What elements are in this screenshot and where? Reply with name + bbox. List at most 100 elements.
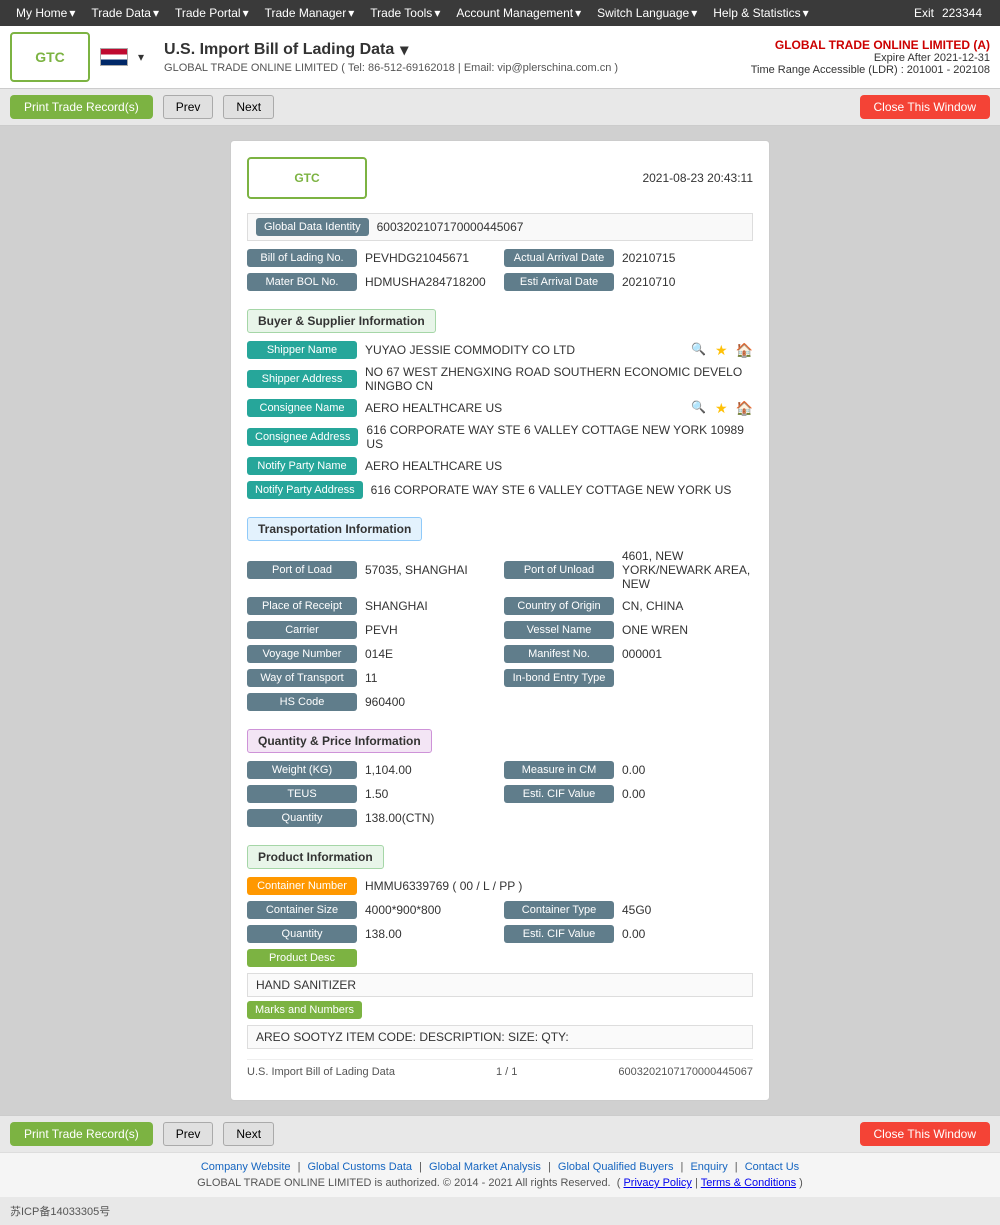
measure-value: 0.00	[622, 763, 753, 777]
notify-party-address-value: 616 CORPORATE WAY STE 6 VALLEY COTTAGE N…	[371, 483, 753, 497]
teus-value: 1.50	[365, 787, 496, 801]
buyer-supplier-header: Buyer & Supplier Information	[247, 309, 436, 333]
shipper-search-icon[interactable]: 🔍	[691, 342, 707, 358]
bottom-close-button[interactable]: Close This Window	[860, 1122, 990, 1146]
country-origin-value: CN, CHINA	[622, 599, 753, 613]
bottom-print-button[interactable]: Print Trade Record(s)	[10, 1122, 153, 1146]
measure-label: Measure in CM	[504, 761, 614, 779]
consignee-search-icon[interactable]: 🔍	[691, 400, 707, 416]
container-size-label: Container Size	[247, 901, 357, 919]
record-label: U.S. Import Bill of Lading Data	[247, 1066, 395, 1078]
shipper-name-label: Shipper Name	[247, 341, 357, 359]
header-subtitle: GLOBAL TRADE ONLINE LIMITED ( Tel: 86-51…	[164, 62, 741, 74]
nav-trade-portal[interactable]: Trade Portal▾	[167, 0, 257, 26]
manifest-value: 000001	[622, 647, 753, 661]
nav-exit[interactable]: Exit	[906, 0, 942, 26]
nav-my-home[interactable]: My Home▾	[8, 0, 83, 26]
voyage-manifest-row: Voyage Number 014E Manifest No. 000001	[247, 645, 753, 663]
container-type-label: Container Type	[504, 901, 614, 919]
product-qty-cif-row: Quantity 138.00 Esti. CIF Value 0.00	[247, 925, 753, 943]
footer-company-website[interactable]: Company Website	[201, 1161, 291, 1173]
consignee-address-value: 616 CORPORATE WAY STE 6 VALLEY COTTAGE N…	[366, 423, 753, 451]
nav-trade-manager[interactable]: Trade Manager▾	[257, 0, 363, 26]
page-header: GTC ▾ U.S. Import Bill of Lading Data ▾ …	[0, 26, 1000, 89]
receipt-origin-row: Place of Receipt SHANGHAI Country of Ori…	[247, 597, 753, 615]
footer-global-qualified[interactable]: Global Qualified Buyers	[558, 1161, 674, 1173]
port-load-value: 57035, SHANGHAI	[365, 563, 496, 577]
footer-global-market[interactable]: Global Market Analysis	[429, 1161, 541, 1173]
product-quantity-value: 138.00	[365, 927, 496, 941]
shipper-home-icon[interactable]: 🏠	[736, 342, 753, 359]
hs-code-value: 960400	[365, 695, 753, 709]
actual-arrival-value: 20210715	[622, 251, 753, 265]
consignee-name-row: Consignee Name AERO HEALTHCARE US 🔍 ★ 🏠	[247, 399, 753, 417]
bottom-next-button[interactable]: Next	[223, 1122, 274, 1146]
product-esti-cif-label: Esti. CIF Value	[504, 925, 614, 943]
product-quantity-label: Quantity	[247, 925, 357, 943]
teus-label: TEUS	[247, 785, 357, 803]
marks-numbers-value: AREO SOOTYZ ITEM CODE: DESCRIPTION: SIZE…	[247, 1025, 753, 1049]
actual-arrival-label: Actual Arrival Date	[504, 249, 614, 267]
consignee-name-label: Consignee Name	[247, 399, 357, 417]
port-unload-label: Port of Unload	[504, 561, 614, 579]
container-size-value: 4000*900*800	[365, 903, 496, 917]
quantity-label: Quantity	[247, 809, 357, 827]
expire-date: Expire After 2021-12-31	[751, 52, 990, 64]
nav-help-statistics[interactable]: Help & Statistics▾	[705, 0, 816, 26]
shipper-address-value: NO 67 WEST ZHENGXING ROAD SOUTHERN ECONO…	[365, 365, 753, 393]
bottom-prev-button[interactable]: Prev	[163, 1122, 214, 1146]
master-bol-row: Mater BOL No. HDMUSHA284718200 Esti Arri…	[247, 273, 753, 291]
page-footer: Company Website | Global Customs Data | …	[0, 1152, 1000, 1197]
footer-privacy-policy[interactable]: Privacy Policy	[623, 1177, 691, 1189]
top-toolbar: Print Trade Record(s) Prev Next Close Th…	[0, 89, 1000, 126]
transportation-header: Transportation Information	[247, 517, 422, 541]
product-desc-label-row: Product Desc	[247, 949, 753, 967]
nav-trade-tools[interactable]: Trade Tools▾	[362, 0, 448, 26]
next-button[interactable]: Next	[223, 95, 274, 119]
weight-value: 1,104.00	[365, 763, 496, 777]
port-row: Port of Load 57035, SHANGHAI Port of Unl…	[247, 549, 753, 591]
consignee-star-icon[interactable]: ★	[715, 400, 728, 417]
nav-switch-language[interactable]: Switch Language▾	[589, 0, 705, 26]
carrier-label: Carrier	[247, 621, 357, 639]
main-panel: GTC 2021-08-23 20:43:11 Global Data Iden…	[230, 140, 770, 1101]
container-type-value: 45G0	[622, 903, 753, 917]
teus-cif-row: TEUS 1.50 Esti. CIF Value 0.00	[247, 785, 753, 803]
footer-copyright: GLOBAL TRADE ONLINE LIMITED is authorize…	[10, 1177, 990, 1189]
close-window-button[interactable]: Close This Window	[860, 95, 990, 119]
notify-party-name-value: AERO HEALTHCARE US	[365, 459, 753, 473]
shipper-star-icon[interactable]: ★	[715, 342, 728, 359]
buyer-supplier-section: Buyer & Supplier Information Shipper Nam…	[247, 297, 753, 499]
inbond-label: In-bond Entry Type	[504, 669, 614, 687]
quantity-price-section: Quantity & Price Information Weight (KG)…	[247, 717, 753, 827]
voyage-num-value: 014E	[365, 647, 496, 661]
footer-links: Company Website | Global Customs Data | …	[10, 1161, 990, 1173]
consignee-home-icon[interactable]: 🏠	[736, 400, 753, 417]
footer-global-customs[interactable]: Global Customs Data	[308, 1161, 413, 1173]
master-bol-value: HDMUSHA284718200	[365, 275, 496, 289]
print-button[interactable]: Print Trade Record(s)	[10, 95, 153, 119]
company-name: GLOBAL TRADE ONLINE LIMITED (A)	[751, 38, 990, 52]
esti-cif-label: Esti. CIF Value	[504, 785, 614, 803]
footer-enquiry[interactable]: Enquiry	[690, 1161, 727, 1173]
container-num-row: Container Number HMMU6339769 ( 00 / L / …	[247, 877, 753, 895]
bol-no-value: PEVHDG21045671	[365, 251, 496, 265]
nav-trade-data[interactable]: Trade Data▾	[83, 0, 167, 26]
nav-account-management[interactable]: Account Management▾	[448, 0, 589, 26]
page-title: U.S. Import Bill of Lading Data ▾	[164, 40, 741, 60]
prev-button[interactable]: Prev	[163, 95, 214, 119]
way-inbond-row: Way of Transport 11 In-bond Entry Type	[247, 669, 753, 687]
footer-terms[interactable]: Terms & Conditions	[701, 1177, 796, 1189]
top-navigation: My Home▾ Trade Data▾ Trade Portal▾ Trade…	[0, 0, 1000, 26]
carrier-vessel-row: Carrier PEVH Vessel Name ONE WREN	[247, 621, 753, 639]
footer-contact-us[interactable]: Contact Us	[745, 1161, 799, 1173]
notify-party-address-label: Notify Party Address	[247, 481, 363, 499]
record-footer: U.S. Import Bill of Lading Data 1 / 1 60…	[247, 1059, 753, 1084]
notify-party-name-row: Notify Party Name AERO HEALTHCARE US	[247, 457, 753, 475]
port-unload-value: 4601, NEW YORK/NEWARK AREA, NEW	[622, 549, 753, 591]
shipper-name-value: YUYAO JESSIE COMMODITY CO LTD	[365, 343, 683, 357]
container-size-type-row: Container Size 4000*900*800 Container Ty…	[247, 901, 753, 919]
time-range: Time Range Accessible (LDR) : 201001 - 2…	[751, 64, 990, 76]
product-esti-cif-value: 0.00	[622, 927, 753, 941]
notify-party-name-label: Notify Party Name	[247, 457, 357, 475]
